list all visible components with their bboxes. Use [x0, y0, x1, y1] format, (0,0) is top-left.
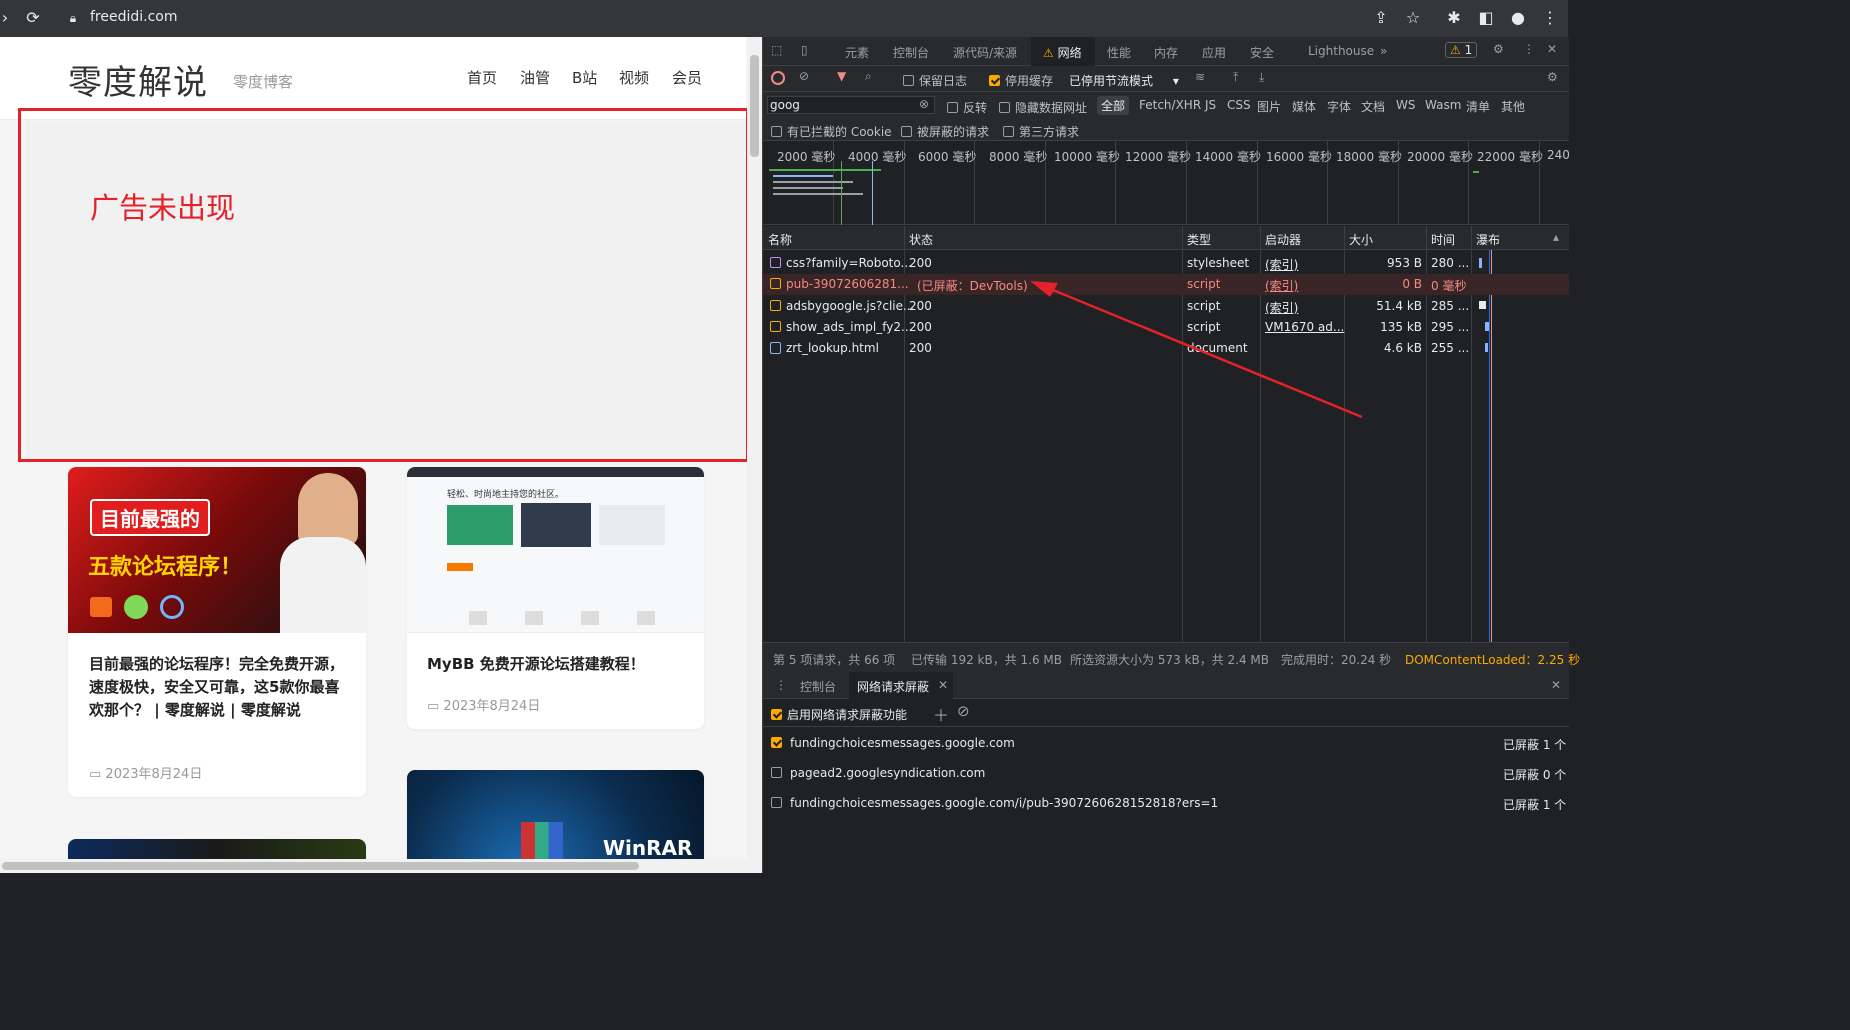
annotation-arrow — [1030, 281, 1363, 419]
arrow-head — [1030, 281, 1058, 297]
arrow-shaft — [1047, 286, 1363, 419]
